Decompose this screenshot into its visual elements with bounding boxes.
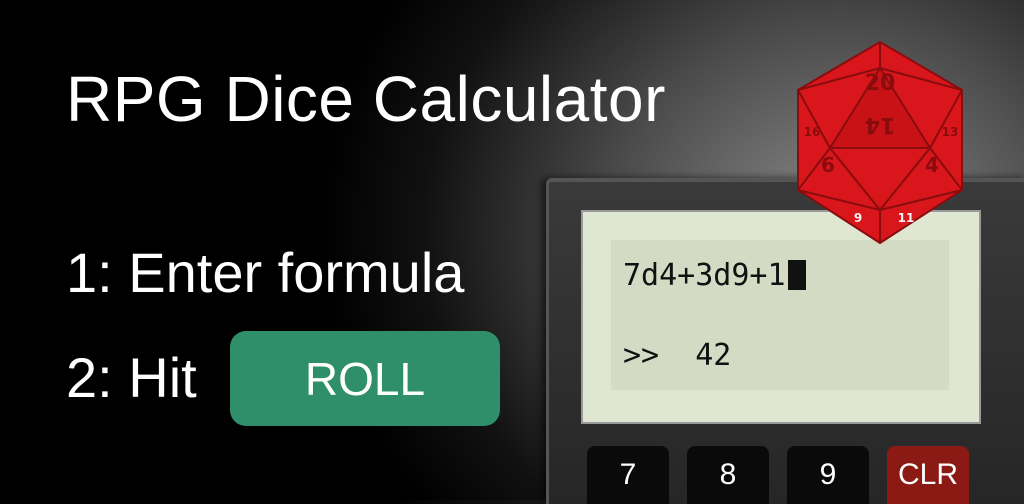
formula-line[interactable]: 7d4+3d9+1 [623,258,806,293]
key-8[interactable]: 8 [687,446,769,504]
clear-key[interactable]: CLR [887,446,969,504]
result-line: >> 42 [623,338,731,373]
d20-dice-icon: 20 14 16 13 6 4 9 11 [797,40,963,245]
dice-number-lower-left: 6 [821,153,835,177]
step-enter-formula: 1: Enter formula [66,241,465,304]
dice-number-left: 16 [804,125,821,139]
formula-text: 7d4+3d9+1 [623,258,786,293]
step-hit-roll: 2: Hit [66,346,197,409]
dice-number-bottom-right: 11 [898,211,915,225]
dice-number-bottom-left: 9 [854,211,862,225]
key-9[interactable]: 9 [787,446,869,504]
result-value: 42 [695,338,732,373]
dice-number-right: 13 [942,125,959,139]
app-title: RPG Dice Calculator [66,63,666,135]
dice-number-center: 14 [865,112,896,137]
lcd-screen: 7d4+3d9+1 >> 42 [611,240,949,390]
dice-number-lower-right: 4 [925,153,939,177]
key-7[interactable]: 7 [587,446,669,504]
text-cursor [787,260,806,290]
dice-number-top: 20 [865,71,896,96]
roll-button[interactable]: ROLL [230,331,500,426]
result-prompt: >> [623,338,660,373]
